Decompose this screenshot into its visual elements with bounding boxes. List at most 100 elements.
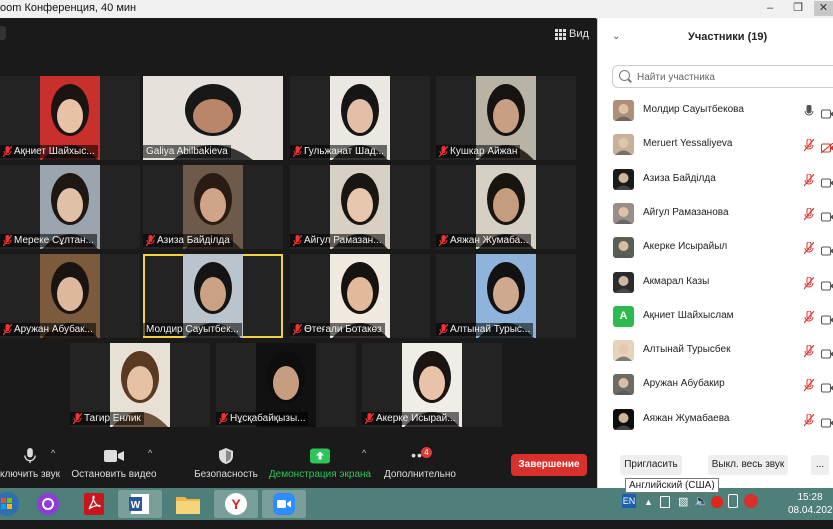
muted-mic-icon[interactable]	[803, 413, 815, 432]
stop-video-button[interactable]: Остановить видео	[70, 448, 158, 480]
microphone-icon	[24, 448, 36, 464]
participant-row[interactable]: Айгул Рамазанова	[598, 197, 833, 231]
participants-more-button[interactable]: ...	[811, 455, 829, 475]
minimize-icon[interactable]: –	[760, 1, 780, 16]
participants-actions: Пригласить Выкл. весь звук ...	[598, 455, 833, 475]
video-tile[interactable]: Алтынай Турыс...	[436, 254, 576, 338]
more-button[interactable]: ••• Дополнительно	[380, 448, 460, 480]
video-tile[interactable]: Азиза Байділда	[143, 165, 283, 249]
action-center-icon[interactable]	[660, 496, 670, 508]
participant-name: Алтынай Турысбек	[643, 344, 731, 356]
video-tile[interactable]: Айгул Рамазан...	[290, 165, 430, 249]
muted-mic-icon	[438, 234, 449, 247]
audio-options-caret-icon[interactable]: ^	[51, 448, 55, 458]
participant-row[interactable]: Акмарал Казы	[598, 266, 833, 300]
start-orb-icon[interactable]	[0, 490, 24, 518]
video-tile[interactable]: Гульжанат Шад...	[290, 76, 430, 160]
camera-icon[interactable]	[821, 278, 833, 296]
video-tile[interactable]: Кушкар Айжан	[436, 76, 576, 160]
video-tile[interactable]: Өтеғали Ботакөз	[290, 254, 430, 338]
share-screen-icon	[310, 448, 330, 464]
video-off-icon[interactable]	[820, 140, 833, 158]
camera-icon[interactable]	[821, 312, 833, 330]
camera-icon[interactable]	[821, 106, 833, 124]
mute-all-button[interactable]: Выкл. весь звук	[708, 455, 788, 475]
yandex-tray-icon[interactable]	[711, 496, 723, 508]
invite-button[interactable]: Пригласить	[620, 455, 682, 475]
participant-row[interactable]: Молдир Сауытбекова	[598, 94, 833, 128]
close-icon[interactable]: ✕	[814, 1, 833, 16]
muted-mic-icon[interactable]	[803, 138, 815, 157]
share-screen-button[interactable]: Демонстрация экрана	[266, 448, 374, 480]
muted-mic-icon[interactable]	[803, 241, 815, 260]
muted-mic-icon[interactable]	[803, 310, 815, 329]
stop-video-label: Остановить видео	[71, 469, 157, 480]
tray-expand-icon[interactable]: ▲	[644, 497, 653, 529]
gallery-prev-handle[interactable]	[0, 26, 6, 40]
participant-row[interactable]: А Ақниет Шайхыслам	[598, 300, 833, 334]
camera-icon[interactable]	[821, 175, 833, 193]
video-tile[interactable]: Аружан Абубак...	[0, 254, 140, 338]
unmute-label: ключить звук	[0, 469, 61, 480]
security-button[interactable]: Безопасность	[193, 448, 259, 480]
opera-tray-icon[interactable]	[744, 494, 758, 508]
video-tile[interactable]: Акерке Исырай...	[362, 343, 502, 427]
video-tile[interactable]: Аяжан Жумаба...	[436, 165, 576, 249]
participants-header: ⌄ Участники (19)	[598, 18, 833, 58]
camera-icon[interactable]	[821, 209, 833, 227]
zoom-icon[interactable]	[262, 490, 306, 518]
participant-row[interactable]: Акерке Исырайыл	[598, 231, 833, 265]
participant-row[interactable]: Аружан Абубакир	[598, 368, 833, 402]
clock[interactable]: 15:28 08.04.2021	[788, 492, 833, 524]
pdf-reader-icon[interactable]	[72, 490, 116, 518]
video-tile[interactable]: Galiya Abilbakieva	[143, 76, 283, 160]
share-options-caret-icon[interactable]: ^	[362, 448, 366, 458]
video-tile-name: Аяжан Жумаба...	[450, 235, 529, 246]
folder-icon[interactable]	[166, 490, 210, 518]
word-icon[interactable]: W	[118, 490, 162, 518]
muted-mic-icon[interactable]	[803, 276, 815, 295]
video-tile[interactable]: Ақниет Шайхыс...	[0, 76, 140, 160]
end-meeting-button[interactable]: Завершение	[511, 454, 587, 476]
muted-mic-icon[interactable]	[803, 207, 815, 226]
microphone-icon[interactable]	[804, 104, 814, 123]
camera-icon[interactable]	[821, 415, 833, 433]
muted-mic-icon[interactable]	[803, 344, 815, 363]
yandex-browser-icon[interactable]: Y	[214, 490, 258, 518]
participant-search-input[interactable]	[635, 68, 833, 86]
collapse-chevron-icon[interactable]: ⌄	[612, 31, 620, 42]
usb-icon[interactable]	[728, 494, 738, 508]
video-tile[interactable]: Молдир Сауытбек...	[143, 254, 283, 338]
camera-icon[interactable]	[821, 380, 833, 398]
video-tile[interactable]: Тагир Енлик	[70, 343, 210, 427]
language-indicator[interactable]: EN	[622, 494, 636, 508]
camera-icon[interactable]	[821, 346, 833, 364]
muted-mic-icon[interactable]	[803, 173, 815, 192]
video-tile[interactable]: Нұсқабайқызы...	[216, 343, 356, 427]
participant-row[interactable]: Азиза Байділда	[598, 163, 833, 197]
video-tile-label: Алтынай Турыс...	[436, 323, 534, 336]
network-icon[interactable]: ▧	[678, 495, 688, 527]
participants-panel: ⌄ Участники (19) Молдир Сауытбекова Merue…	[597, 18, 833, 488]
video-tile-label: Гульжанат Шад...	[290, 145, 387, 158]
video-tile-name: Азиза Байділда	[157, 235, 230, 246]
muted-mic-icon[interactable]	[803, 378, 815, 397]
camera-icon[interactable]	[821, 243, 833, 261]
participant-search[interactable]	[612, 65, 833, 88]
participant-row[interactable]: Meruert Yessaliyeva	[598, 128, 833, 162]
video-tile-label: Азиза Байділда	[143, 234, 233, 247]
participant-row[interactable]: Алтынай Турысбек	[598, 334, 833, 368]
view-button[interactable]: Вид	[555, 28, 589, 40]
video-tile-name: Кушкар Айжан	[450, 146, 518, 157]
alice-assistant-icon[interactable]	[26, 490, 70, 518]
video-options-caret-icon[interactable]: ^	[148, 448, 152, 458]
volume-icon[interactable]: 🔈	[694, 494, 709, 526]
more-notification-badge: 4	[421, 447, 432, 458]
maximize-icon[interactable]: ❐	[788, 1, 808, 16]
video-tile-name: Galiya Abilbakieva	[146, 146, 228, 157]
participant-name: Meruert Yessaliyeva	[643, 138, 733, 150]
participant-avatar: А	[613, 305, 634, 327]
video-tile[interactable]: Мереке Сұлтан...	[0, 165, 140, 249]
participant-row[interactable]: Аяжан Жумабаева	[598, 403, 833, 437]
muted-mic-icon	[218, 412, 229, 425]
